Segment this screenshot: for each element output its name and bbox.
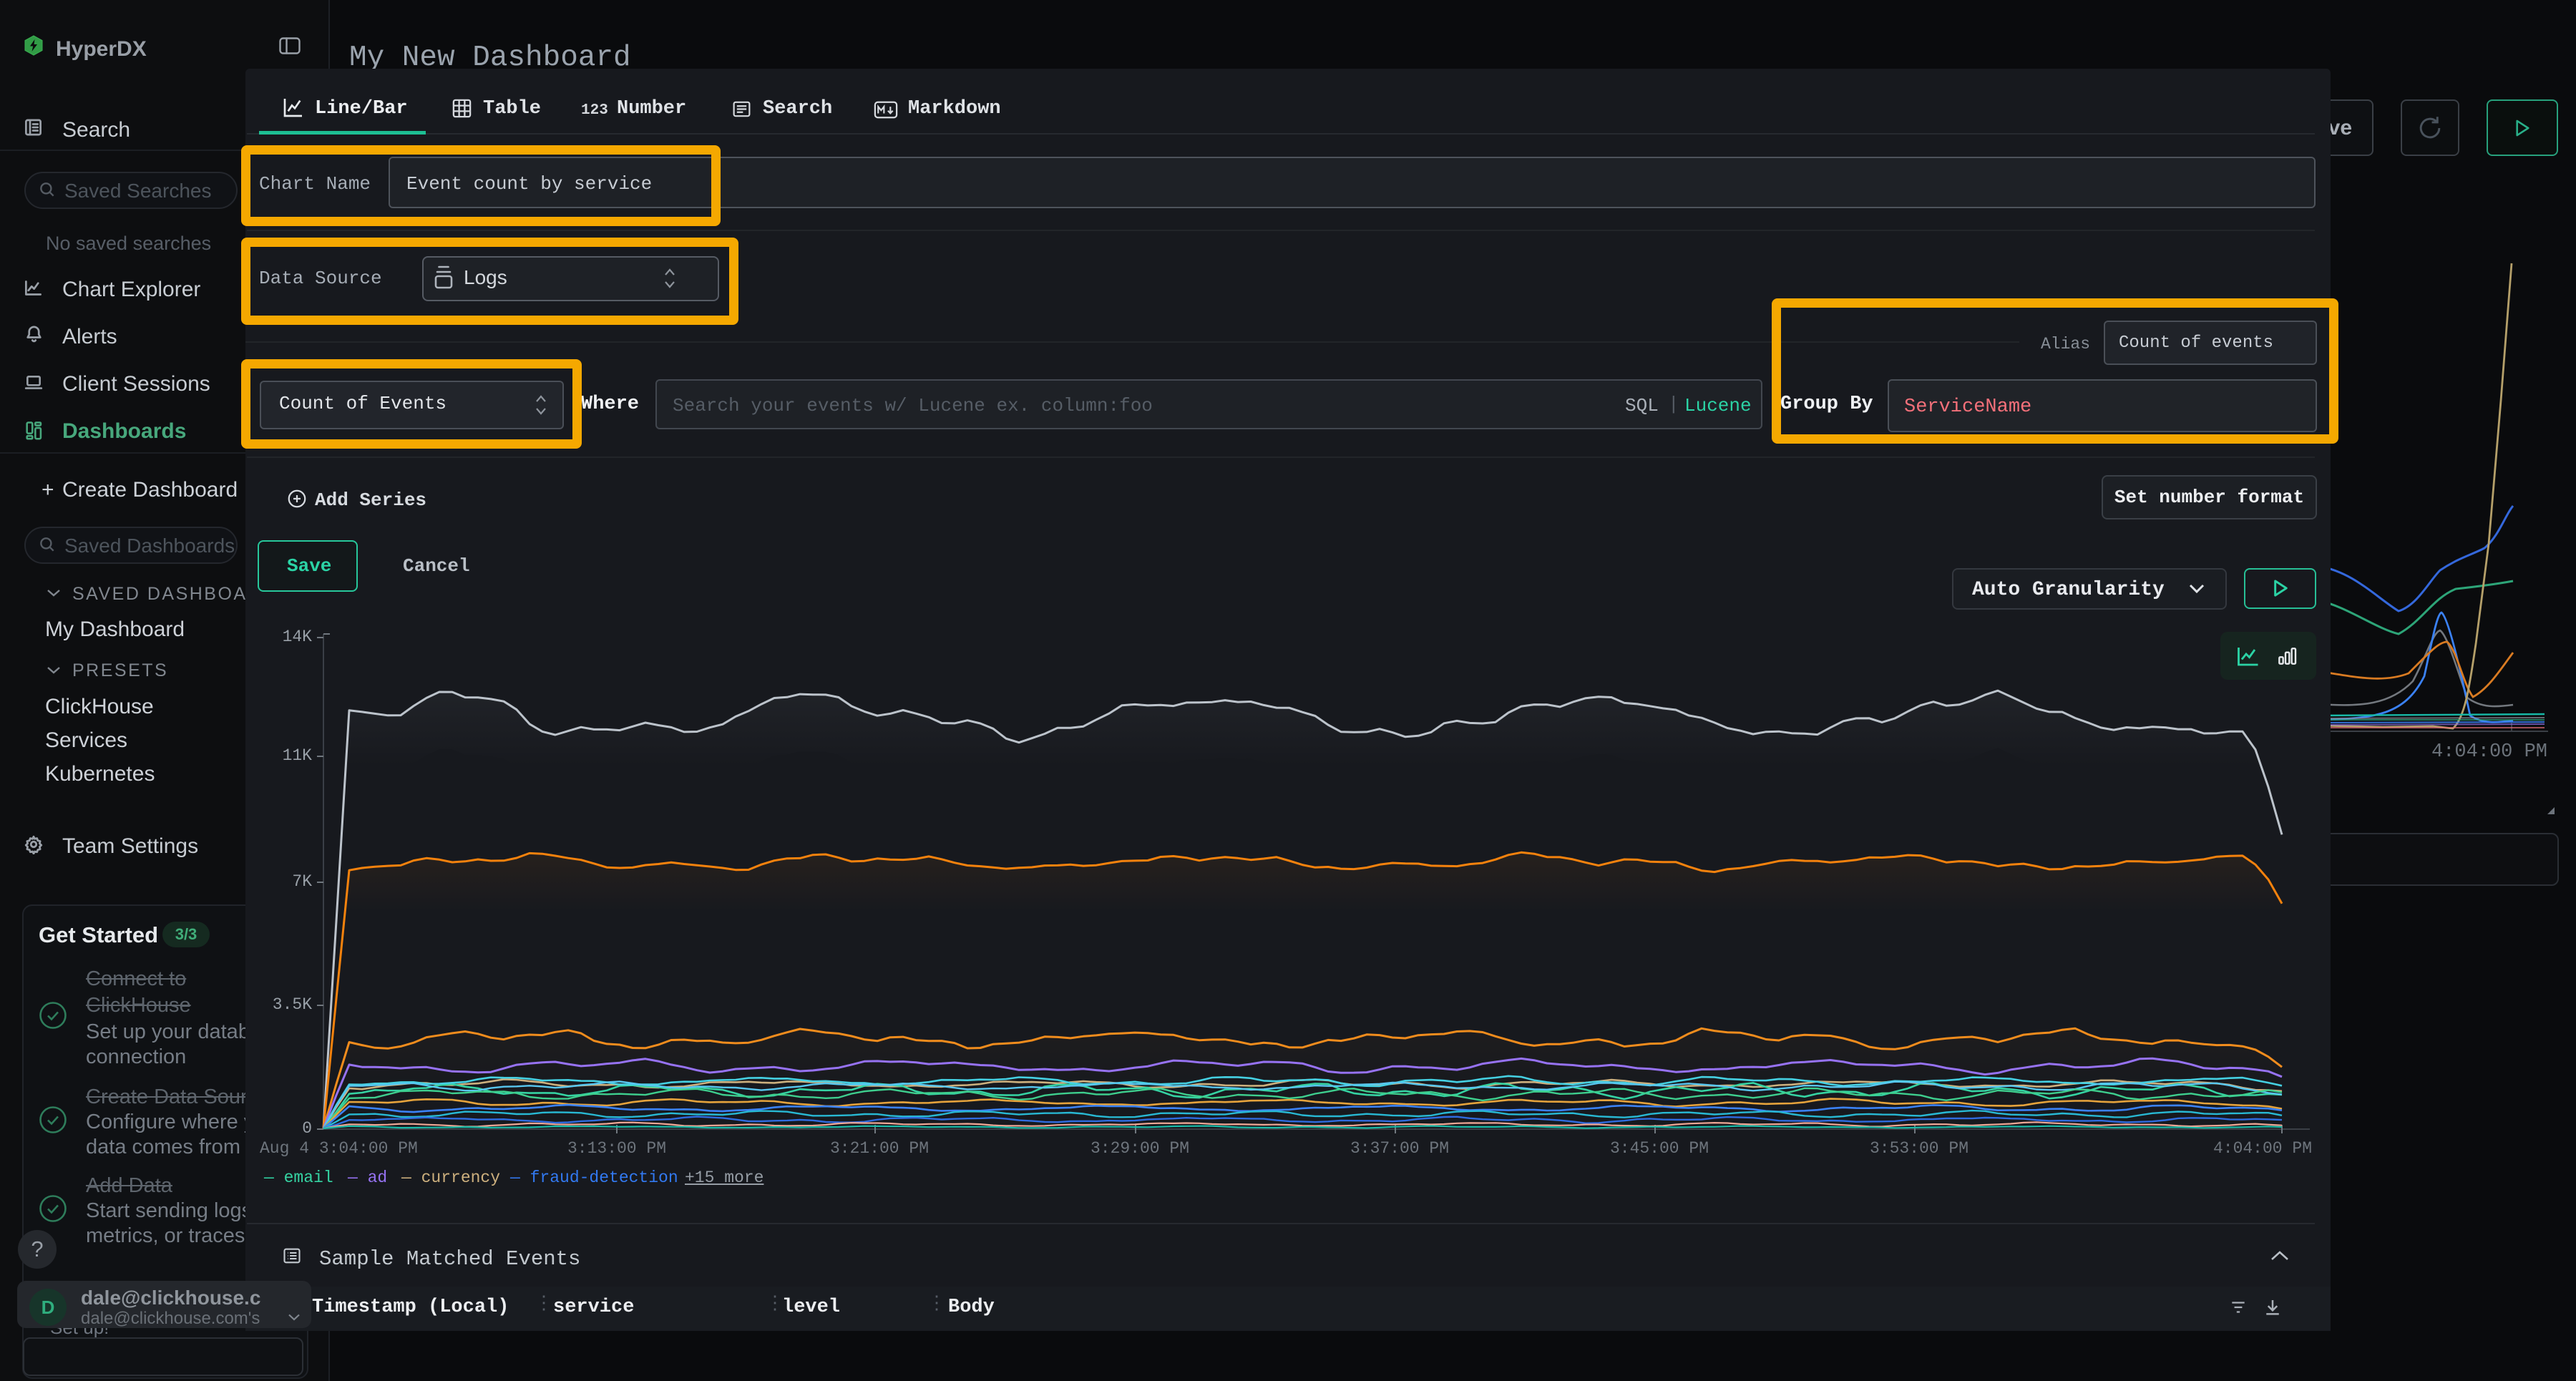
svg-text:4:04:00 PM: 4:04:00 PM	[2431, 741, 2547, 763]
